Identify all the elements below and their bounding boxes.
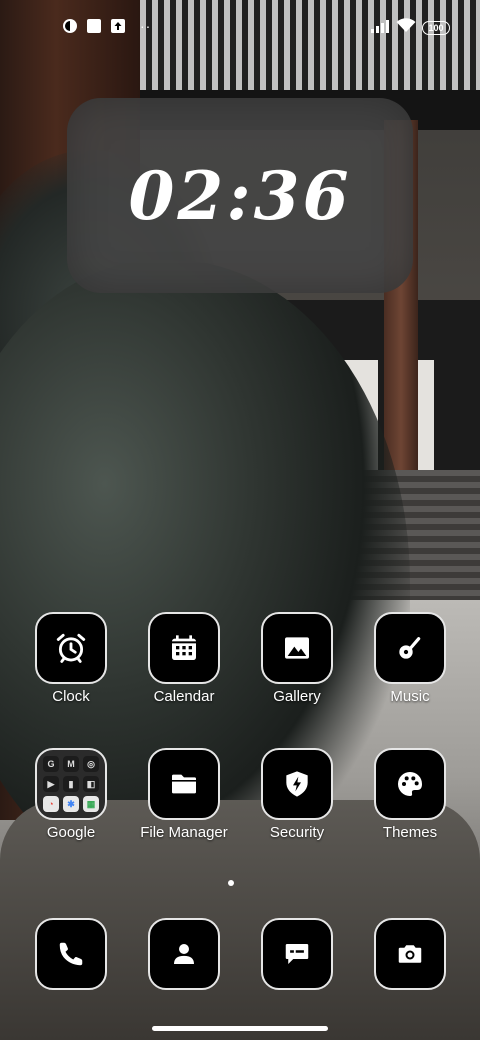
wifi-icon (396, 18, 416, 38)
more-notifications: ·· (140, 18, 152, 34)
folder-app-icon: ▮ (63, 776, 79, 792)
clock-time: 02:36 (128, 156, 352, 235)
app-label: Security (269, 824, 325, 841)
app-label: Clock (52, 688, 90, 705)
camera-icon (398, 945, 422, 963)
app-label: Calendar (153, 688, 215, 705)
music-note-icon (399, 637, 421, 659)
dock-messages[interactable] (242, 918, 352, 990)
dock-phone[interactable] (16, 918, 126, 990)
palette-icon (397, 772, 422, 796)
folder-app-icon: ◎ (83, 756, 99, 772)
folder-app-icon: M (63, 756, 79, 772)
shield-bolt-icon (286, 771, 308, 797)
app-music[interactable]: Music (355, 612, 465, 705)
image-icon (285, 637, 309, 659)
dock-camera[interactable] (355, 918, 465, 990)
home-indicator[interactable] (152, 1026, 328, 1031)
app-label: Gallery (273, 688, 321, 705)
app-security[interactable]: Security (242, 748, 352, 841)
clock-widget[interactable]: 02:36 (67, 98, 413, 293)
folder-app-icon: ◔ (43, 796, 59, 812)
folder-icon: G M ◎ ▶ ▮ ◧ ◔ ✱ ▦ (35, 748, 107, 820)
folder-google[interactable]: G M ◎ ▶ ▮ ◧ ◔ ✱ ▦ Google (16, 748, 126, 841)
app-file-manager[interactable]: File Manager (129, 748, 239, 841)
signal-icon (370, 19, 390, 38)
app-gallery[interactable]: Gallery (242, 612, 352, 705)
phone-icon (59, 942, 83, 966)
upload-icon (110, 18, 126, 34)
status-bar: ·· 100 (0, 0, 480, 56)
alarm-clock-icon (56, 633, 86, 663)
notification-icon (62, 18, 78, 34)
square-icon (86, 18, 102, 34)
folder-icon (172, 774, 196, 794)
folder-app-icon: G (43, 756, 59, 772)
folder-app-icon: ▶ (43, 776, 59, 792)
battery-indicator: 100 (422, 21, 450, 35)
app-label: Music (390, 688, 430, 705)
folder-app-icon: ▦ (83, 796, 99, 812)
folder-app-icon: ◧ (83, 776, 99, 792)
messages-icon (285, 944, 309, 964)
calendar-icon (172, 635, 196, 660)
folder-app-icon: ✱ (63, 796, 79, 812)
app-label: Google (46, 824, 96, 841)
app-themes[interactable]: Themes (355, 748, 465, 841)
dock-contacts[interactable] (129, 918, 239, 990)
app-label: File Manager (140, 824, 228, 841)
contacts-icon (174, 944, 194, 964)
app-calendar[interactable]: Calendar (129, 612, 239, 705)
app-clock[interactable]: Clock (16, 612, 126, 705)
page-indicator-dot (228, 880, 234, 886)
app-label: Themes (382, 824, 438, 841)
